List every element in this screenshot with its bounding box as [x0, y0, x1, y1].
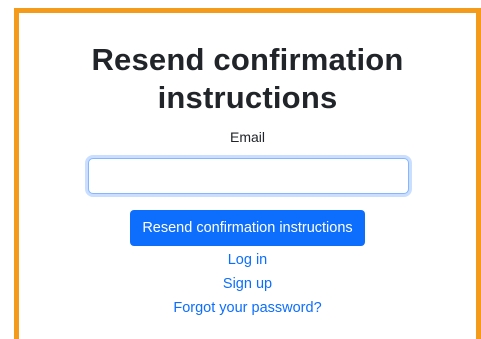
- forgot-password-link[interactable]: Forgot your password?: [19, 296, 476, 320]
- page-title: Resend confirmation instructions: [19, 41, 476, 117]
- sign-up-link[interactable]: Sign up: [19, 272, 476, 296]
- email-field[interactable]: [88, 158, 409, 194]
- auth-links: Log in Sign up Forgot your password?: [19, 248, 476, 320]
- resend-confirmation-form: Resend confirmation instructions Email R…: [19, 13, 476, 320]
- page-title-text: Resend confirmation instructions: [91, 42, 404, 115]
- page-frame: Resend confirmation instructions Email R…: [14, 8, 481, 339]
- email-label: Email: [229, 129, 265, 145]
- log-in-link[interactable]: Log in: [19, 248, 476, 272]
- resend-confirmation-button[interactable]: Resend confirmation instructions: [130, 210, 365, 246]
